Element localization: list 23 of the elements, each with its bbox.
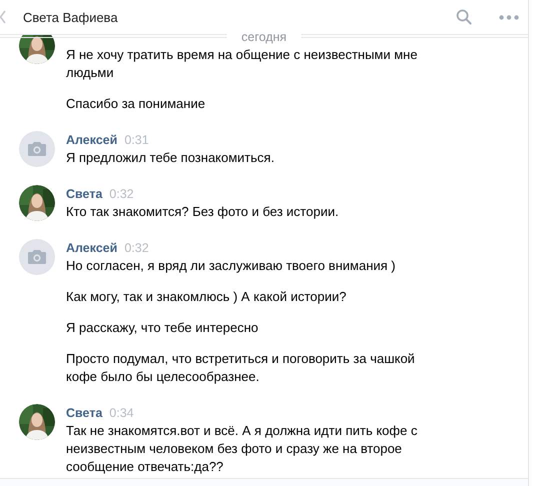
message-text: Я предложил тебе познакомиться. [66,149,276,167]
message-time: 0:34 [109,406,134,420]
author-name[interactable]: Света [66,406,102,420]
message-text: Я расскажу, что тебе интересно [66,319,260,337]
author-name[interactable]: Алексей [66,133,118,147]
author-name[interactable]: Алексей [66,241,118,255]
message-text: Просто подумал, что встретиться и поговорить за чашкой кофе было бы целесообразнее. [66,350,416,386]
message-text: Как могу, так и знакомлюсь ) А какой истории? [66,288,348,306]
message-text: Кто так знакомится? Без фото и без истории. [66,203,340,221]
more-icon[interactable] [499,14,519,20]
back-icon[interactable] [0,10,6,24]
camera-icon [28,250,46,264]
search-icon[interactable] [456,9,472,25]
message-time: 0:31 [124,133,149,147]
message-text: Так не знакомятся.вот и всё. А я должна идти пить кофе с неизвестным человеком без фото и сразу же на второе сообщение отвечать:да?? [66,422,418,476]
author-name[interactable]: Света [66,187,102,201]
message-text: Я не хочу тратить время на общение с неизвестными мне людьми [66,46,418,82]
message-text: Но согласен, я вряд ли заслуживаю твоего внимания ) [66,257,396,275]
message-text: Спасибо за понимание [66,95,206,113]
message-time: 0:32 [124,241,149,255]
message-time: 0:32 [109,187,134,201]
chat-title: Света Вафиева [23,10,118,24]
camera-icon [28,142,46,156]
